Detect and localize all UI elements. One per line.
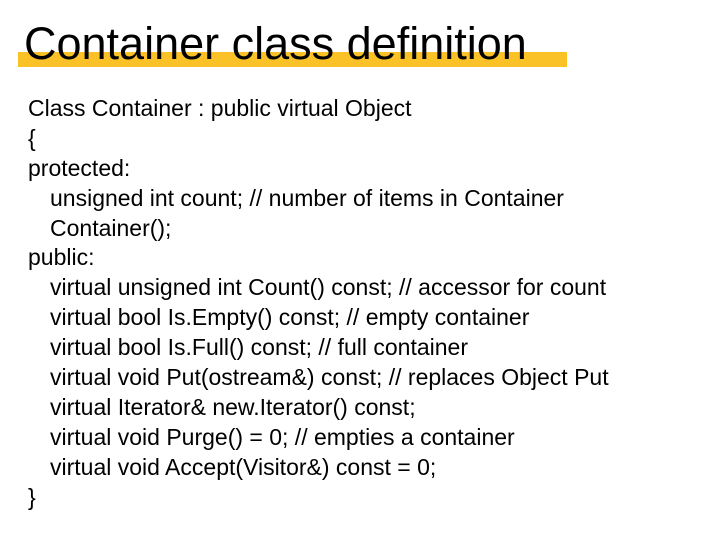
code-line: virtual void Purge() = 0; // empties a c… xyxy=(28,423,692,453)
code-line: virtual void Put(ostream&) const; // rep… xyxy=(28,363,692,393)
code-line: Container(); xyxy=(28,214,692,244)
code-line: unsigned int count; // number of items i… xyxy=(28,184,692,214)
code-line: virtual bool Is.Empty() const; // empty … xyxy=(28,303,692,333)
code-line: public: xyxy=(28,243,692,273)
code-body: Class Container : public virtual Object … xyxy=(28,94,692,512)
title-block: Container class definition xyxy=(24,18,527,70)
code-line: virtual Iterator& new.Iterator() const; xyxy=(28,393,692,423)
code-line: virtual bool Is.Full() const; // full co… xyxy=(28,333,692,363)
code-line: Class Container : public virtual Object xyxy=(28,94,692,124)
slide-title: Container class definition xyxy=(24,18,527,70)
slide: Container class definition Class Contain… xyxy=(0,0,720,540)
code-line: } xyxy=(28,483,692,513)
code-line: protected: xyxy=(28,154,692,184)
code-line: { xyxy=(28,124,692,154)
code-line: virtual void Accept(Visitor&) const = 0; xyxy=(28,453,692,483)
code-line: virtual unsigned int Count() const; // a… xyxy=(28,273,692,303)
